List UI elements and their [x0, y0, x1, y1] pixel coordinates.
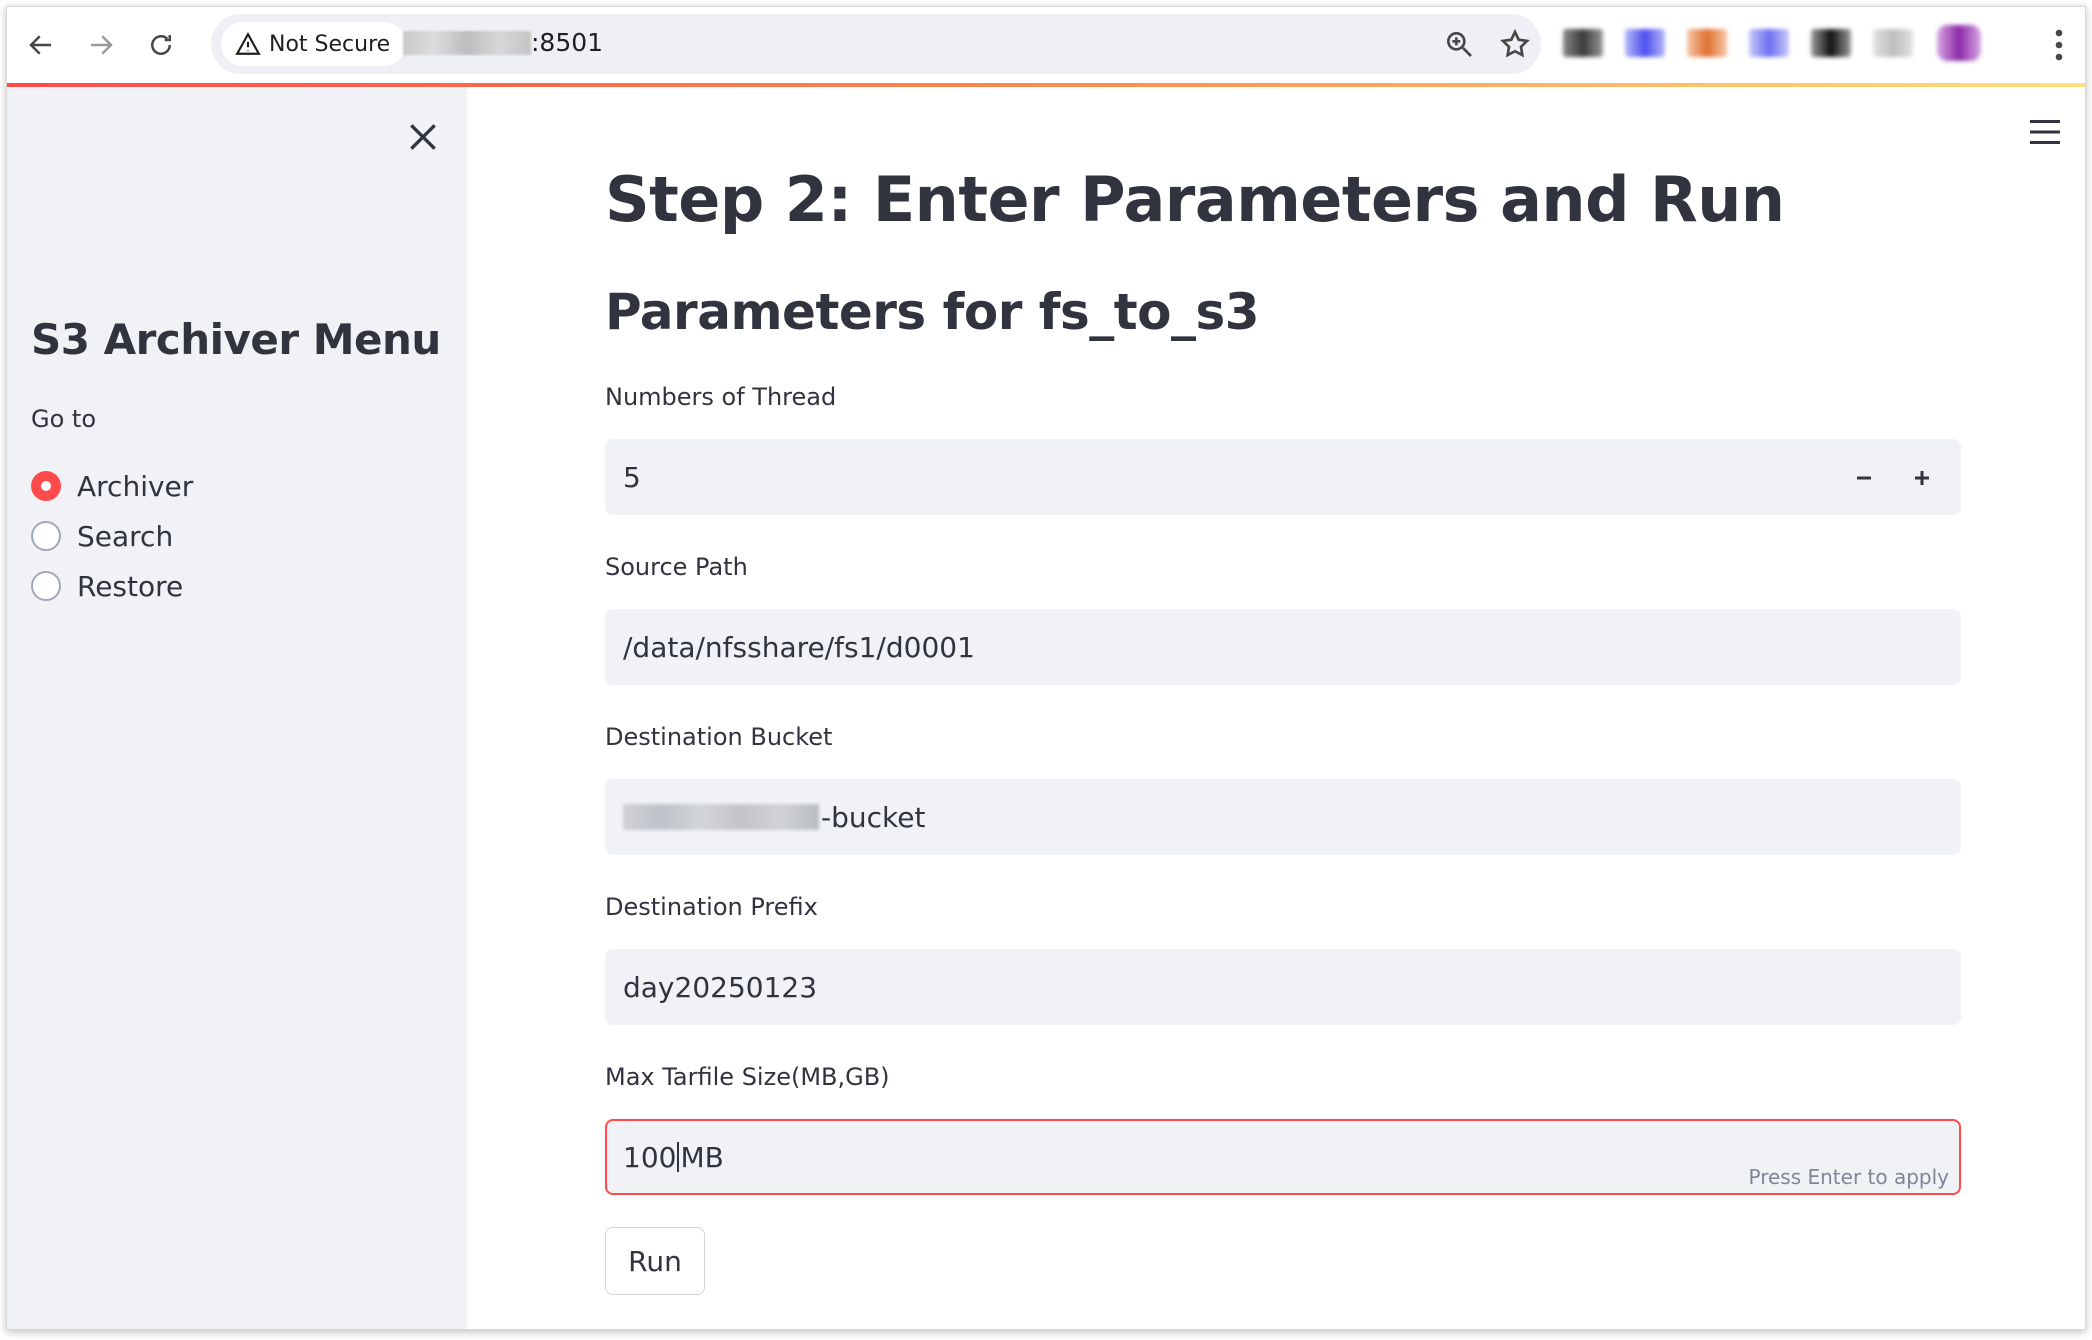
radio-unselected-icon[interactable]: [31, 521, 61, 551]
zoom-icon[interactable]: [1443, 28, 1475, 60]
extension-icon[interactable]: [1811, 29, 1851, 57]
radio-label: Restore: [77, 569, 184, 603]
page-title: Step 2: Enter Parameters and Run: [605, 163, 1785, 236]
browser-toolbar: Not Secure :8501: [7, 7, 2085, 83]
radio-option-search[interactable]: Search: [31, 511, 193, 561]
section-title: Parameters for fs_to_s3: [605, 283, 1260, 341]
increment-button[interactable]: [1893, 451, 1951, 505]
browser-menu-icon[interactable]: [2049, 27, 2069, 63]
main-content: Step 2: Enter Parameters and Run Paramet…: [467, 87, 2085, 1329]
radio-group-label: Go to: [31, 405, 97, 433]
address-bar[interactable]: Not Secure :8501: [211, 14, 1541, 74]
profile-avatar[interactable]: [1937, 25, 1981, 61]
extension-icon[interactable]: [1563, 29, 1603, 57]
destination-prefix-value: day20250123: [623, 970, 818, 1004]
source-path-label: Source Path: [605, 553, 748, 581]
threads-number-input[interactable]: 5: [605, 439, 1961, 515]
threads-label: Numbers of Thread: [605, 383, 837, 411]
extension-icon[interactable]: [1687, 29, 1727, 57]
source-path-value: /data/nfsshare/fs1/d0001: [623, 630, 975, 664]
plus-icon: [1915, 471, 1929, 485]
security-label: Not Secure: [269, 31, 391, 57]
radio-option-archiver[interactable]: Archiver: [31, 461, 193, 511]
reload-icon[interactable]: [141, 25, 181, 65]
text-caret: [677, 1142, 680, 1172]
warning-icon: [235, 32, 261, 55]
close-icon[interactable]: [403, 117, 443, 157]
sidebar-title: S3 Archiver Menu: [31, 315, 441, 364]
radio-option-restore[interactable]: Restore: [31, 561, 193, 611]
destination-bucket-input[interactable]: -bucket: [605, 779, 1961, 855]
redacted-bucket-name: [623, 804, 819, 830]
security-chip[interactable]: Not Secure: [221, 22, 407, 66]
back-icon[interactable]: [21, 25, 61, 65]
sidebar: S3 Archiver Menu Go to Archiver Search R…: [7, 87, 467, 1329]
max-tarfile-size-value-before-caret: 100: [623, 1140, 677, 1174]
max-tarfile-size-input[interactable]: 100 MB Press Enter to apply: [605, 1119, 1961, 1195]
forward-icon[interactable]: [81, 25, 121, 65]
radio-label: Search: [77, 519, 174, 553]
extension-icon[interactable]: [1625, 29, 1665, 57]
hamburger-menu-icon[interactable]: [2027, 117, 2063, 147]
url-text: :8501: [403, 28, 603, 57]
extension-icon[interactable]: [1749, 29, 1789, 57]
url-port: :8501: [531, 28, 604, 57]
threads-stepper: [1835, 451, 1951, 505]
decrement-button[interactable]: [1835, 451, 1893, 505]
destination-bucket-value: -bucket: [821, 800, 926, 834]
press-enter-hint: Press Enter to apply: [1748, 1165, 1949, 1189]
star-icon[interactable]: [1499, 28, 1531, 60]
source-path-input[interactable]: /data/nfsshare/fs1/d0001: [605, 609, 1961, 685]
max-tarfile-size-value-after-caret: MB: [680, 1140, 724, 1174]
extension-icon[interactable]: [1873, 29, 1913, 57]
threads-value: 5: [623, 460, 641, 494]
max-tarfile-size-label: Max Tarfile Size(MB,GB): [605, 1063, 890, 1091]
radio-selected-icon[interactable]: [31, 471, 61, 501]
destination-bucket-label: Destination Bucket: [605, 723, 833, 751]
radio-label: Archiver: [77, 469, 194, 503]
redacted-host: [403, 30, 531, 55]
destination-prefix-label: Destination Prefix: [605, 893, 818, 921]
destination-prefix-input[interactable]: day20250123: [605, 949, 1961, 1025]
run-button[interactable]: Run: [605, 1227, 705, 1295]
nav-radio-group: Archiver Search Restore: [31, 461, 193, 611]
browser-window: Not Secure :8501 S3 Archiver Menu Go to …: [6, 6, 2086, 1330]
minus-icon: [1857, 476, 1871, 480]
radio-unselected-icon[interactable]: [31, 571, 61, 601]
